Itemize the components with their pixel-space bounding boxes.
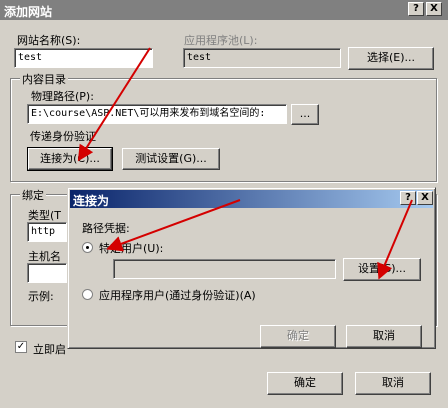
set-credentials-button[interactable]: 设置(S)... xyxy=(343,258,421,281)
binding-type-select[interactable]: http xyxy=(27,222,67,242)
specific-user-radio[interactable] xyxy=(82,242,93,253)
site-name-label: 网站名称(S): xyxy=(17,34,81,47)
pass-through-auth-label: 传递身份验证 xyxy=(30,130,96,143)
dialog-close-button[interactable]: X xyxy=(417,191,433,205)
help-button[interactable]: ? xyxy=(408,2,424,16)
app-pool-field: test xyxy=(183,48,341,68)
start-now-checkbox[interactable]: ✓ xyxy=(15,341,27,353)
connect-as-titlebar: 连接为 ? X xyxy=(70,190,433,208)
connect-as-dialog: 连接为 ? X 路径凭据: 特定用户(U): 设置(S)... 应用程序用户(通… xyxy=(67,187,436,349)
dialog-cancel-button[interactable]: 取消 xyxy=(346,325,422,348)
cancel-button[interactable]: 取消 xyxy=(355,372,431,395)
window-title: 添加网站 xyxy=(4,5,53,19)
select-pool-button[interactable]: 选择(E)... xyxy=(348,47,434,70)
host-name-input[interactable] xyxy=(27,263,67,283)
window-titlebar: 添加网站 ? X xyxy=(0,0,448,20)
specific-user-input xyxy=(113,259,336,279)
close-button[interactable]: X xyxy=(426,2,442,16)
start-now-label: 立即启 xyxy=(33,343,66,356)
app-pool-label: 应用程序池(L): xyxy=(184,34,258,47)
physical-path-label: 物理路径(P): xyxy=(31,90,94,103)
specific-user-label: 特定用户(U): xyxy=(99,242,164,255)
host-name-label: 主机名 xyxy=(28,250,61,263)
browse-button[interactable]: ... xyxy=(291,104,319,125)
dialog-ok-button[interactable]: 确定 xyxy=(260,325,336,348)
test-settings-button[interactable]: 测试设置(G)... xyxy=(122,148,220,170)
physical-path-input[interactable]: E:\course\ASP.NET\可以用来发布到域名空间的: xyxy=(27,104,287,124)
dialog-help-button[interactable]: ? xyxy=(400,191,416,205)
path-credentials-label: 路径凭据: xyxy=(82,222,130,235)
app-user-radio[interactable] xyxy=(82,289,93,300)
content-directory-label: 内容目录 xyxy=(20,71,68,87)
binding-type-label: 类型(T xyxy=(28,209,62,222)
example-label: 示例: xyxy=(28,290,54,303)
binding-label: 绑定 xyxy=(20,187,46,203)
app-user-label: 应用程序用户(通过身份验证)(A) xyxy=(99,289,256,302)
connect-as-title: 连接为 xyxy=(73,194,110,208)
site-name-input[interactable]: test xyxy=(14,48,153,68)
connect-as-button[interactable]: 连接为(C)... xyxy=(27,147,113,171)
ok-button[interactable]: 确定 xyxy=(267,372,343,395)
